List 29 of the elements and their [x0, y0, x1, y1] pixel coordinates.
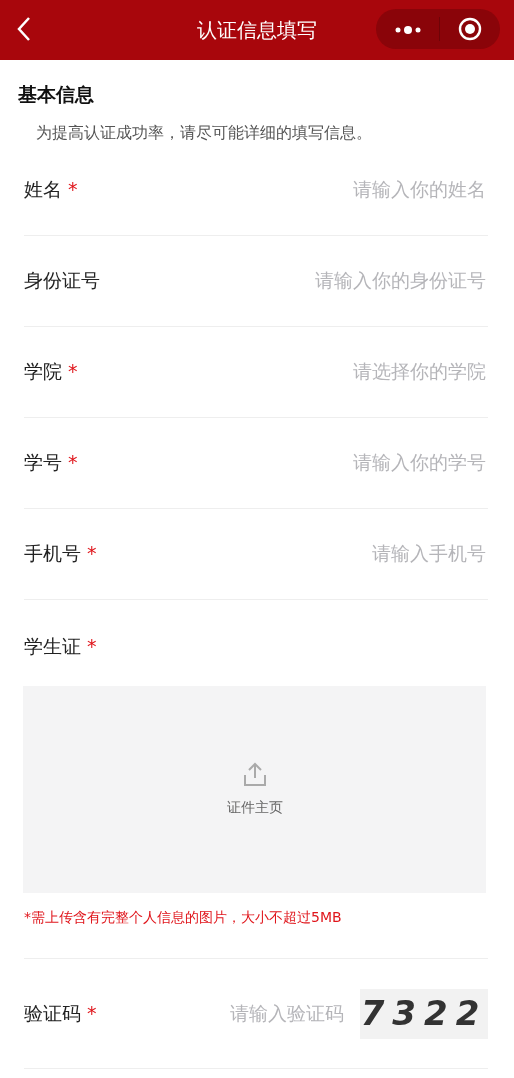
back-icon [16, 15, 32, 43]
input-field[interactable]: 请输入你的学号 [77, 447, 488, 478]
upload-label: 证件主页 [226, 798, 283, 817]
required-mark: * [68, 359, 78, 385]
field-label: 手机号 [24, 541, 81, 567]
required-mark: * [68, 450, 78, 476]
upload-area[interactable]: 证件主页 [23, 686, 486, 893]
captcha-image[interactable]: 7322 [360, 988, 488, 1039]
input-field[interactable]: 请输入你的姓名 [77, 174, 488, 205]
required-mark: * [68, 177, 78, 203]
input-field[interactable]: 请输入验证码 [96, 998, 346, 1029]
section-title: 基本信息 [17, 82, 95, 107]
field-label: 学生证 [24, 634, 81, 657]
upload-icon [242, 761, 267, 787]
hint-text: 为提高认证成功率，请尽可能详细的填写信息。 [35, 121, 373, 144]
close-icon [458, 17, 482, 41]
field-label: 姓名 [24, 177, 62, 203]
field-label: 学院 [24, 359, 62, 385]
required-mark: * [87, 541, 97, 567]
input-field[interactable]: 请输入你的身份证号 [100, 265, 488, 296]
note-text: *需上传含有完整个人信息的图片，大小不超过5MB [24, 908, 343, 927]
required-mark: * [87, 1001, 97, 1027]
input-field[interactable]: 请选择你的学院 [77, 356, 488, 387]
input-field[interactable]: 请输入手机号 [96, 538, 488, 569]
field-label: 学号 [24, 450, 62, 476]
required-mark: * [87, 634, 97, 657]
field-label: 验证码 [24, 1001, 81, 1027]
page-title: 认证信息填写 [197, 17, 317, 44]
field-label: 身份证号 [24, 268, 100, 294]
